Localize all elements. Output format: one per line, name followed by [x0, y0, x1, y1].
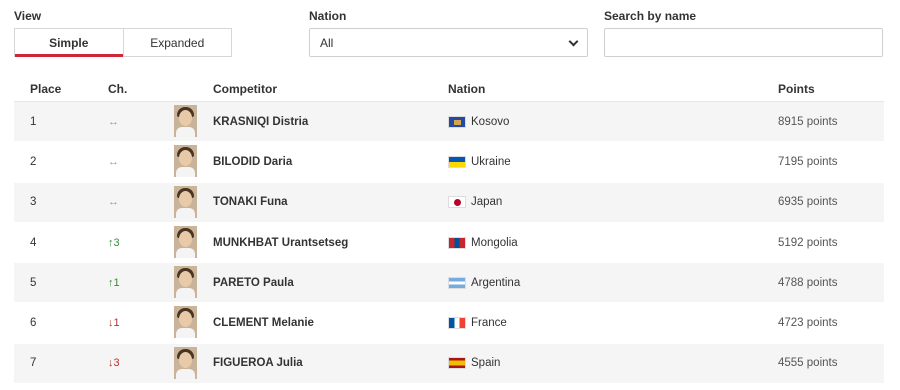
competitor-name-link[interactable]: FIGUEROA Julia: [213, 357, 303, 369]
chevron-down-icon: [568, 36, 579, 46]
search-input[interactable]: [604, 28, 883, 57]
nation-cell: Japan: [471, 196, 503, 209]
competitor-avatar: [174, 225, 197, 258]
competitor-name-link[interactable]: CLEMENT Melanie: [213, 317, 314, 329]
table-row[interactable]: 5 ↑1 PARETO Paula Argentina 4788 points: [14, 263, 884, 304]
place-cell: 1: [30, 115, 37, 128]
table-row[interactable]: 7 ↓3 FIGUEROA Julia Spain 4555 points: [14, 343, 884, 385]
table-row[interactable]: 2 ↔ BILODID Daria Ukraine 7195 points: [14, 142, 884, 183]
rank-change-cell: ↑1: [108, 276, 120, 289]
search-label: Search by name: [604, 9, 697, 23]
competitor-avatar: [174, 185, 197, 218]
rank-change-cell: ↔: [108, 115, 119, 128]
place-cell: 6: [30, 317, 37, 330]
spain-flag-icon: [448, 357, 466, 370]
rank-change-cell: ↓3: [108, 357, 120, 370]
nation-cell: Kosovo: [471, 115, 510, 128]
points-cell: 8915 points: [778, 115, 838, 128]
table-header: Place Ch. Competitor Nation Points: [14, 74, 884, 102]
header-place: Place: [30, 82, 62, 96]
nation-select[interactable]: All: [309, 28, 588, 57]
japan-flag-icon: [448, 196, 466, 209]
argentina-flag-icon: [448, 276, 466, 289]
rank-change-cell: ↔: [108, 155, 119, 168]
table-row[interactable]: 3 ↔ TONAKI Funa Japan 6935 points: [14, 182, 884, 223]
nation-filter-label: Nation: [309, 9, 347, 23]
header-change: Ch.: [108, 82, 128, 96]
competitor-name-link[interactable]: PARETO Paula: [213, 277, 294, 289]
table-row[interactable]: 4 ↑3 MUNKHBAT Urantsetseg Mongolia 5192 …: [14, 223, 884, 264]
rank-change-cell: ↑3: [108, 236, 120, 249]
points-cell: 5192 points: [778, 236, 838, 249]
header-nation: Nation: [448, 82, 486, 96]
ranking-table: Place Ch. Competitor Nation Points 1 ↔ K…: [14, 74, 884, 385]
competitor-avatar: [174, 145, 197, 178]
points-cell: 4555 points: [778, 357, 838, 370]
filter-controls: View Simple Expanded Nation All Search b…: [0, 0, 900, 70]
rank-change-cell: ↓1: [108, 317, 120, 330]
rank-change-cell: ↔: [108, 196, 119, 209]
view-toggle: Simple Expanded: [14, 28, 232, 57]
competitor-name-link[interactable]: TONAKI Funa: [213, 196, 288, 208]
nation-cell: France: [471, 317, 507, 330]
table-row[interactable]: 1 ↔ KRASNIQI Distria Kosovo 8915 points: [14, 102, 884, 143]
competitor-avatar: [174, 266, 197, 299]
competitor-avatar: [174, 105, 197, 137]
place-cell: 2: [30, 155, 37, 168]
view-simple-button[interactable]: Simple: [15, 29, 124, 57]
place-cell: 5: [30, 276, 37, 289]
table-body: 1 ↔ KRASNIQI Distria Kosovo 8915 points …: [14, 102, 884, 385]
competitor-avatar: [174, 306, 197, 339]
header-points: Points: [778, 82, 815, 96]
nation-cell: Mongolia: [471, 236, 518, 249]
points-cell: 4723 points: [778, 317, 838, 330]
place-cell: 7: [30, 357, 37, 370]
ukraine-flag-icon: [448, 155, 466, 168]
points-cell: 6935 points: [778, 196, 838, 209]
header-competitor: Competitor: [213, 82, 277, 96]
mongolia-flag-icon: [448, 236, 466, 249]
nation-cell: Spain: [471, 357, 501, 370]
table-row[interactable]: 6 ↓1 CLEMENT Melanie France 4723 points: [14, 303, 884, 344]
nation-cell: Argentina: [471, 276, 521, 289]
france-flag-icon: [448, 317, 466, 330]
view-label: View: [14, 9, 42, 23]
competitor-name-link[interactable]: MUNKHBAT Urantsetseg: [213, 237, 348, 249]
points-cell: 7195 points: [778, 155, 838, 168]
competitor-name-link[interactable]: KRASNIQI Distria: [213, 116, 308, 128]
nation-select-value: All: [320, 35, 334, 50]
points-cell: 4788 points: [778, 276, 838, 289]
kosovo-flag-icon: [448, 115, 466, 128]
competitor-avatar: [174, 346, 197, 379]
competitor-name-link[interactable]: BILODID Daria: [213, 156, 292, 168]
place-cell: 4: [30, 236, 37, 249]
place-cell: 3: [30, 196, 37, 209]
view-expanded-button[interactable]: Expanded: [124, 29, 232, 56]
nation-cell: Ukraine: [471, 155, 511, 168]
